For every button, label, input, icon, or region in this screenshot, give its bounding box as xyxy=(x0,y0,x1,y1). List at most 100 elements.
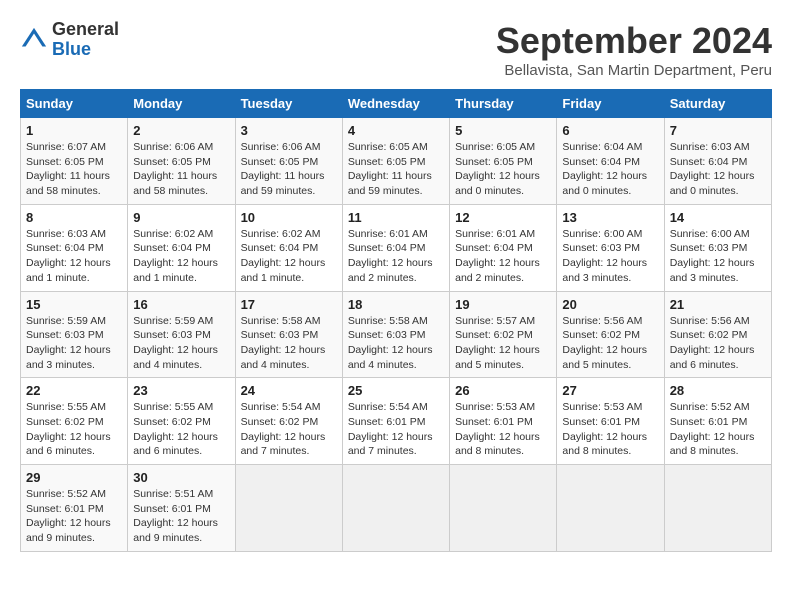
day-number: 8 xyxy=(26,210,122,225)
day-cell-10: 10 Sunrise: 6:02 AM Sunset: 6:04 PM Dayli… xyxy=(235,204,342,291)
day-cell-5: 5 Sunrise: 6:05 AM Sunset: 6:05 PM Daylig… xyxy=(450,118,557,205)
empty-cell xyxy=(235,465,342,552)
day-header-saturday: Saturday xyxy=(664,90,771,118)
day-info: Sunrise: 6:06 AM Sunset: 6:05 PM Dayligh… xyxy=(241,140,337,199)
day-info: Sunrise: 5:56 AM Sunset: 6:02 PM Dayligh… xyxy=(562,314,658,373)
day-number: 27 xyxy=(562,383,658,398)
day-cell-25: 25 Sunrise: 5:54 AM Sunset: 6:01 PM Dayli… xyxy=(342,378,449,465)
day-info: Sunrise: 5:51 AM Sunset: 6:01 PM Dayligh… xyxy=(133,487,229,546)
day-cell-24: 24 Sunrise: 5:54 AM Sunset: 6:02 PM Dayli… xyxy=(235,378,342,465)
day-cell-15: 15Sunrise: 5:59 AM Sunset: 6:03 PM Dayli… xyxy=(21,291,128,378)
day-info: Sunrise: 5:52 AM Sunset: 6:01 PM Dayligh… xyxy=(26,487,122,546)
day-header-wednesday: Wednesday xyxy=(342,90,449,118)
day-cell-6: 6 Sunrise: 6:04 AM Sunset: 6:04 PM Daylig… xyxy=(557,118,664,205)
day-info: Sunrise: 6:06 AM Sunset: 6:05 PM Dayligh… xyxy=(133,140,229,199)
day-cell-12: 12 Sunrise: 6:01 AM Sunset: 6:04 PM Dayli… xyxy=(450,204,557,291)
day-cell-20: 20 Sunrise: 5:56 AM Sunset: 6:02 PM Dayli… xyxy=(557,291,664,378)
day-cell-3: 3 Sunrise: 6:06 AM Sunset: 6:05 PM Daylig… xyxy=(235,118,342,205)
day-header-thursday: Thursday xyxy=(450,90,557,118)
day-number: 28 xyxy=(670,383,766,398)
day-info: Sunrise: 6:03 AM Sunset: 6:04 PM Dayligh… xyxy=(26,227,122,286)
day-number: 5 xyxy=(455,123,551,138)
day-header-friday: Friday xyxy=(557,90,664,118)
day-cell-26: 26 Sunrise: 5:53 AM Sunset: 6:01 PM Dayli… xyxy=(450,378,557,465)
day-cell-22: 22Sunrise: 5:55 AM Sunset: 6:02 PM Dayli… xyxy=(21,378,128,465)
day-number: 1 xyxy=(26,123,122,138)
day-number: 18 xyxy=(348,297,444,312)
day-header-tuesday: Tuesday xyxy=(235,90,342,118)
day-info: Sunrise: 5:55 AM Sunset: 6:02 PM Dayligh… xyxy=(133,400,229,459)
day-number: 24 xyxy=(241,383,337,398)
day-cell-16: 16 Sunrise: 5:59 AM Sunset: 6:03 PM Dayli… xyxy=(128,291,235,378)
week-row-5: 29Sunrise: 5:52 AM Sunset: 6:01 PM Dayli… xyxy=(21,465,772,552)
day-number: 26 xyxy=(455,383,551,398)
day-number: 10 xyxy=(241,210,337,225)
day-number: 23 xyxy=(133,383,229,398)
day-number: 3 xyxy=(241,123,337,138)
day-cell-29: 29Sunrise: 5:52 AM Sunset: 6:01 PM Dayli… xyxy=(21,465,128,552)
location-subtitle: Bellavista, San Martin Department, Peru xyxy=(496,62,772,79)
calendar-table: SundayMondayTuesdayWednesdayThursdayFrid… xyxy=(20,89,772,552)
day-header-monday: Monday xyxy=(128,90,235,118)
day-cell-9: 9Sunrise: 6:02 AM Sunset: 6:04 PM Daylig… xyxy=(128,204,235,291)
day-info: Sunrise: 6:03 AM Sunset: 6:04 PM Dayligh… xyxy=(670,140,766,199)
day-number: 30 xyxy=(133,470,229,485)
day-number: 11 xyxy=(348,210,444,225)
day-cell-28: 28 Sunrise: 5:52 AM Sunset: 6:01 PM Dayli… xyxy=(664,378,771,465)
day-cell-23: 23 Sunrise: 5:55 AM Sunset: 6:02 PM Dayli… xyxy=(128,378,235,465)
logo: General Blue xyxy=(20,20,119,60)
day-number: 7 xyxy=(670,123,766,138)
day-cell-17: 17 Sunrise: 5:58 AM Sunset: 6:03 PM Dayli… xyxy=(235,291,342,378)
week-row-2: 8 Sunrise: 6:03 AM Sunset: 6:04 PM Daylig… xyxy=(21,204,772,291)
day-info: Sunrise: 6:05 AM Sunset: 6:05 PM Dayligh… xyxy=(455,140,551,199)
day-cell-30: 30 Sunrise: 5:51 AM Sunset: 6:01 PM Dayli… xyxy=(128,465,235,552)
day-info: Sunrise: 6:02 AM Sunset: 6:04 PM Dayligh… xyxy=(133,227,229,286)
week-row-3: 15 Sunrise: 5:59 AM Sunset: 6:03 PM Dayli… xyxy=(21,291,772,378)
logo-text: General Blue xyxy=(52,20,119,60)
day-info: Sunrise: 5:53 AM Sunset: 6:01 PM Dayligh… xyxy=(562,400,658,459)
day-info: Sunrise: 6:05 AM Sunset: 6:05 PM Dayligh… xyxy=(348,140,444,199)
day-cell-11: 11 Sunrise: 6:01 AM Sunset: 6:04 PM Dayli… xyxy=(342,204,449,291)
day-info: Sunrise: 6:01 AM Sunset: 6:04 PM Dayligh… xyxy=(348,227,444,286)
page-header: General Blue September 2024 Bellavista, … xyxy=(20,20,772,79)
empty-cell xyxy=(557,465,664,552)
week-row-1: 1Sunrise: 6:07 AM Sunset: 6:05 PM Daylig… xyxy=(21,118,772,205)
day-info: Sunrise: 5:55 AM Sunset: 6:02 PM Dayligh… xyxy=(26,400,122,459)
day-info: Sunrise: 6:00 AM Sunset: 6:03 PM Dayligh… xyxy=(562,227,658,286)
day-info: Sunrise: 5:59 AM Sunset: 6:03 PM Dayligh… xyxy=(133,314,229,373)
day-number: 2 xyxy=(133,123,229,138)
day-number: 13 xyxy=(562,210,658,225)
calendar-header-row: SundayMondayTuesdayWednesdayThursdayFrid… xyxy=(21,90,772,118)
day-number: 12 xyxy=(455,210,551,225)
day-number: 4 xyxy=(348,123,444,138)
day-number: 17 xyxy=(241,297,337,312)
day-number: 6 xyxy=(562,123,658,138)
day-info: Sunrise: 5:58 AM Sunset: 6:03 PM Dayligh… xyxy=(241,314,337,373)
day-info: Sunrise: 5:54 AM Sunset: 6:02 PM Dayligh… xyxy=(241,400,337,459)
day-info: Sunrise: 6:04 AM Sunset: 6:04 PM Dayligh… xyxy=(562,140,658,199)
day-cell-2: 2 Sunrise: 6:06 AM Sunset: 6:05 PM Daylig… xyxy=(128,118,235,205)
day-cell-14: 14Sunrise: 6:00 AM Sunset: 6:03 PM Dayli… xyxy=(664,204,771,291)
day-number: 25 xyxy=(348,383,444,398)
day-info: Sunrise: 5:57 AM Sunset: 6:02 PM Dayligh… xyxy=(455,314,551,373)
day-info: Sunrise: 5:52 AM Sunset: 6:01 PM Dayligh… xyxy=(670,400,766,459)
day-number: 15 xyxy=(26,297,122,312)
day-number: 16 xyxy=(133,297,229,312)
calendar-body: 1Sunrise: 6:07 AM Sunset: 6:05 PM Daylig… xyxy=(21,118,772,552)
day-cell-8: 8 Sunrise: 6:03 AM Sunset: 6:04 PM Daylig… xyxy=(21,204,128,291)
day-info: Sunrise: 6:02 AM Sunset: 6:04 PM Dayligh… xyxy=(241,227,337,286)
day-info: Sunrise: 5:53 AM Sunset: 6:01 PM Dayligh… xyxy=(455,400,551,459)
day-cell-19: 19Sunrise: 5:57 AM Sunset: 6:02 PM Dayli… xyxy=(450,291,557,378)
day-number: 20 xyxy=(562,297,658,312)
empty-cell xyxy=(450,465,557,552)
day-cell-21: 21Sunrise: 5:56 AM Sunset: 6:02 PM Dayli… xyxy=(664,291,771,378)
day-number: 14 xyxy=(670,210,766,225)
day-number: 21 xyxy=(670,297,766,312)
week-row-4: 22Sunrise: 5:55 AM Sunset: 6:02 PM Dayli… xyxy=(21,378,772,465)
day-cell-18: 18 Sunrise: 5:58 AM Sunset: 6:03 PM Dayli… xyxy=(342,291,449,378)
day-info: Sunrise: 5:58 AM Sunset: 6:03 PM Dayligh… xyxy=(348,314,444,373)
day-info: Sunrise: 5:54 AM Sunset: 6:01 PM Dayligh… xyxy=(348,400,444,459)
day-info: Sunrise: 6:01 AM Sunset: 6:04 PM Dayligh… xyxy=(455,227,551,286)
logo-icon xyxy=(20,26,48,54)
month-title: September 2024 xyxy=(496,20,772,62)
